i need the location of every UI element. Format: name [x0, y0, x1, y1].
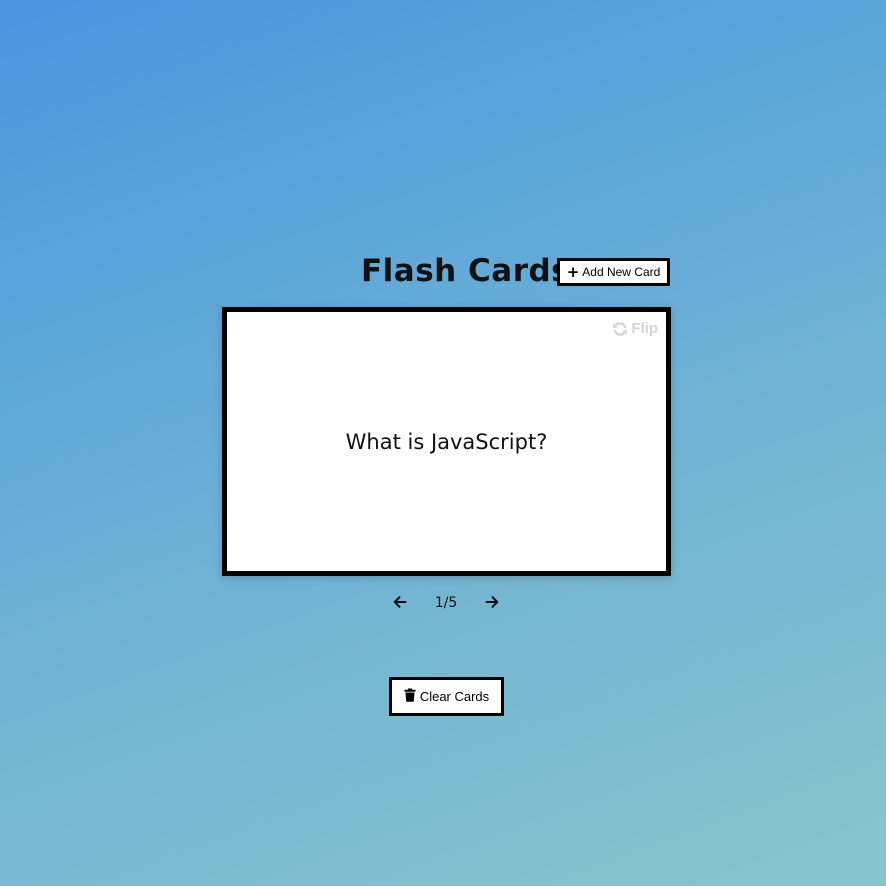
- flash-card[interactable]: Flip What is JavaScript?: [222, 307, 671, 576]
- previous-card-button[interactable]: [386, 590, 414, 616]
- flip-button[interactable]: Flip: [612, 320, 658, 337]
- add-new-card-label: Add New Card: [582, 265, 661, 279]
- card-counter: 1/5: [434, 595, 458, 611]
- page-title: Flash Cards: [361, 253, 571, 289]
- next-card-button[interactable]: [478, 590, 506, 616]
- flip-label: Flip: [631, 320, 658, 337]
- trash-icon: [404, 688, 416, 705]
- add-new-card-button[interactable]: + Add New Card: [557, 258, 670, 286]
- card-navigation: 1/5: [386, 590, 506, 616]
- arrow-left-icon: [393, 594, 407, 613]
- clear-cards-label: Clear Cards: [419, 689, 490, 704]
- arrow-right-icon: [485, 594, 499, 613]
- refresh-icon: [612, 321, 628, 337]
- card-question: What is JavaScript?: [345, 429, 548, 454]
- clear-cards-button[interactable]: Clear Cards: [389, 677, 504, 716]
- plus-icon: +: [566, 263, 580, 281]
